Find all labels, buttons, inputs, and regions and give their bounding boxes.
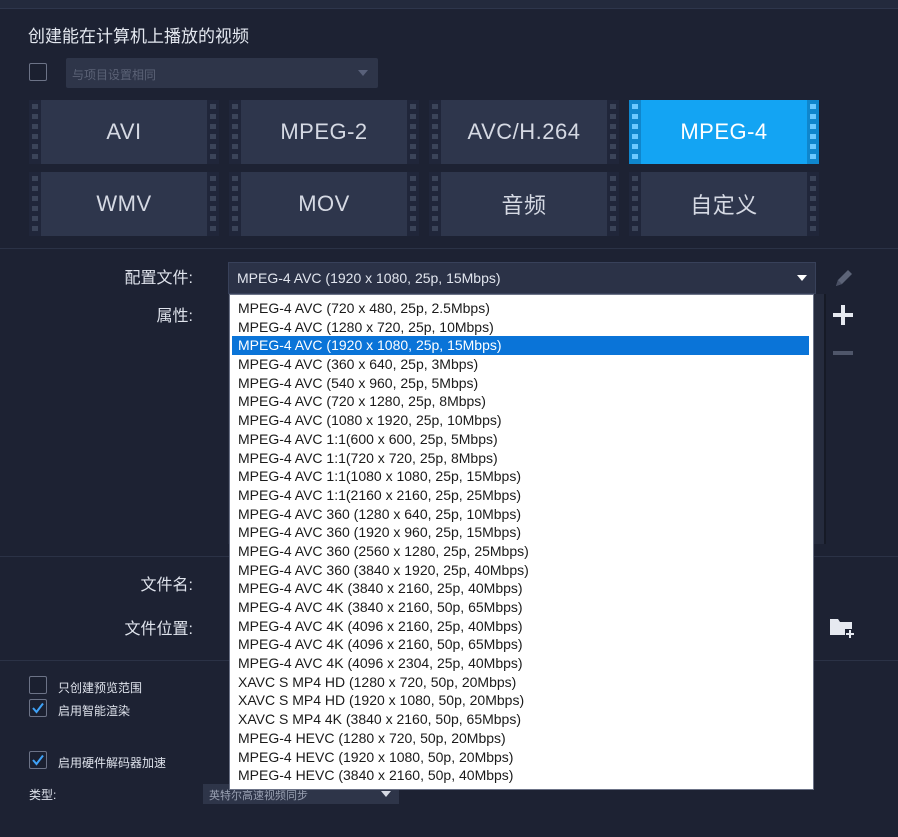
profile-option[interactable]: XAVC S MP4 4K (3840 x 2160, 50p, 65Mbps) bbox=[232, 710, 809, 729]
profile-option[interactable]: MPEG-4 AVC 1:1(2160 x 2160, 25p, 25Mbps) bbox=[232, 486, 809, 505]
profile-option[interactable]: MPEG-4 AVC (720 x 480, 25p, 2.5Mbps) bbox=[232, 299, 809, 318]
film-strip bbox=[207, 100, 219, 164]
profile-label: 配置文件: bbox=[124, 270, 193, 287]
profile-option[interactable]: MPEG-4 AVC (720 x 1280, 25p, 8Mbps) bbox=[232, 392, 809, 411]
profile-option[interactable]: MPEG-4 AVC 4K (4096 x 2160, 50p, 65Mbps) bbox=[232, 635, 809, 654]
format-tile[interactable]: 音频 bbox=[429, 172, 619, 236]
format-tile[interactable]: AVI bbox=[29, 100, 219, 164]
film-strip bbox=[807, 172, 819, 236]
profile-select[interactable]: MPEG-4 AVC (1920 x 1080, 25p, 15Mbps) bbox=[228, 262, 816, 294]
chevron-down-icon bbox=[797, 275, 807, 281]
format-tile-label: MPEG-2 bbox=[280, 119, 368, 144]
hw-decoder-label: 启用硬件解码器加速 bbox=[58, 756, 167, 770]
format-tile[interactable]: WMV bbox=[29, 172, 219, 236]
profile-option[interactable]: MPEG-4 AVC 4K (3840 x 2160, 50p, 65Mbps) bbox=[232, 598, 809, 617]
film-strip bbox=[429, 172, 441, 236]
format-tile-label: MOV bbox=[298, 191, 350, 216]
section-heading: 创建能在计算机上播放的视频 bbox=[28, 27, 249, 46]
film-strip bbox=[29, 172, 41, 236]
format-tile[interactable]: 自定义 bbox=[629, 172, 819, 236]
profile-option[interactable]: MPEG-4 AVC (360 x 640, 25p, 3Mbps) bbox=[232, 355, 809, 374]
minus-icon[interactable] bbox=[830, 340, 856, 366]
film-strip bbox=[629, 100, 641, 164]
film-strip bbox=[229, 100, 241, 164]
filename-input[interactable] bbox=[205, 566, 229, 594]
profile-option[interactable]: MPEG-4 AVC (1280 x 720, 25p, 10Mbps) bbox=[232, 318, 809, 337]
profile-option[interactable]: MPEG-4 AVC 1:1(1080 x 1080, 25p, 15Mbps) bbox=[232, 467, 809, 486]
project-settings-select[interactable]: 与项目设置相同 bbox=[66, 58, 378, 88]
same-as-project-checkbox[interactable] bbox=[29, 63, 47, 81]
profile-select-value: MPEG-4 AVC (1920 x 1080, 25p, 15Mbps) bbox=[237, 270, 501, 286]
profile-option[interactable]: MPEG-4 AVC 4K (4096 x 2304, 25p, 40Mbps) bbox=[232, 654, 809, 673]
format-tile-label: 音频 bbox=[501, 193, 547, 218]
profile-option[interactable]: MPEG-4 AVC (1920 x 1080, 25p, 15Mbps) bbox=[232, 336, 809, 356]
profile-option[interactable]: MPEG-4 HEVC (1920 x 1080, 50p, 20Mbps) bbox=[232, 748, 809, 767]
film-strip bbox=[429, 100, 441, 164]
profile-option[interactable]: MPEG-4 AVC 360 (1920 x 960, 25p, 15Mbps) bbox=[232, 523, 809, 542]
folder-add-icon[interactable] bbox=[828, 614, 855, 640]
pencil-icon[interactable] bbox=[831, 265, 857, 291]
chevron-down-icon bbox=[381, 791, 391, 797]
chevron-down-icon bbox=[358, 70, 368, 76]
properties-label: 属性: bbox=[156, 308, 193, 325]
format-tile-label: 自定义 bbox=[690, 193, 758, 218]
format-tile[interactable]: AVC/H.264 bbox=[429, 100, 619, 164]
profile-option[interactable]: MPEG-4 AVC 360 (1280 x 640, 25p, 10Mbps) bbox=[232, 505, 809, 524]
smart-render-checkbox[interactable] bbox=[29, 699, 47, 717]
top-bar bbox=[0, 0, 898, 9]
format-tile-label: AVC/H.264 bbox=[467, 119, 581, 144]
type-label: 类型: bbox=[29, 788, 57, 802]
filename-label: 文件名: bbox=[140, 577, 193, 594]
profile-option[interactable]: MPEG-4 AVC 1:1(600 x 600, 25p, 5Mbps) bbox=[232, 430, 809, 449]
divider bbox=[0, 248, 898, 249]
profile-option[interactable]: MPEG-4 AVC 360 (3840 x 1920, 25p, 40Mbps… bbox=[232, 561, 809, 580]
film-strip bbox=[629, 172, 641, 236]
file-location-label: 文件位置: bbox=[124, 621, 193, 638]
plus-icon[interactable] bbox=[830, 302, 856, 328]
checkmark-icon bbox=[32, 754, 44, 766]
preview-range-checkbox[interactable] bbox=[29, 676, 47, 694]
format-tile[interactable]: MOV bbox=[229, 172, 419, 236]
profile-option[interactable]: MPEG-4 AVC (1080 x 1920, 25p, 10Mbps) bbox=[232, 411, 809, 430]
profile-option[interactable]: MPEG-4 AVC 4K (3840 x 2160, 25p, 40Mbps) bbox=[232, 579, 809, 598]
format-tile[interactable]: MPEG-4 bbox=[629, 100, 819, 164]
film-strip bbox=[807, 100, 819, 164]
preview-range-label: 只创建预览范围 bbox=[58, 681, 143, 695]
film-strip bbox=[407, 100, 419, 164]
format-tile-label: MPEG-4 bbox=[680, 119, 768, 144]
format-tile-label: AVI bbox=[106, 119, 142, 144]
profile-option[interactable]: XAVC S MP4 HD (1280 x 720, 50p, 20Mbps) bbox=[232, 673, 809, 692]
type-select-value: 英特尔高速视频同步 bbox=[209, 790, 308, 802]
project-settings-value: 与项目设置相同 bbox=[72, 68, 157, 82]
checkmark-icon bbox=[32, 702, 44, 714]
profile-option[interactable]: MPEG-4 AVC (540 x 960, 25p, 5Mbps) bbox=[232, 374, 809, 393]
profile-option[interactable]: XAVC S MP4 HD (1920 x 1080, 50p, 20Mbps) bbox=[232, 691, 809, 710]
profile-option[interactable]: MPEG-4 HEVC (1280 x 720, 50p, 20Mbps) bbox=[232, 729, 809, 748]
film-strip bbox=[607, 100, 619, 164]
format-tile[interactable]: MPEG-2 bbox=[229, 100, 419, 164]
film-strip bbox=[207, 172, 219, 236]
profile-option[interactable]: MPEG-4 AVC 1:1(720 x 720, 25p, 8Mbps) bbox=[232, 449, 809, 468]
film-strip bbox=[607, 172, 619, 236]
format-tile-label: WMV bbox=[96, 191, 152, 216]
smart-render-label: 启用智能渲染 bbox=[58, 704, 131, 718]
profile-dropdown-list: MPEG-4 AVC (720 x 480, 25p, 2.5Mbps) MPEG… bbox=[229, 294, 814, 790]
film-strip bbox=[407, 172, 419, 236]
film-strip bbox=[229, 172, 241, 236]
profile-option[interactable]: MPEG-4 AVC 4K (4096 x 2160, 25p, 40Mbps) bbox=[232, 617, 809, 636]
profile-option[interactable]: MPEG-4 HEVC (3840 x 2160, 50p, 40Mbps) bbox=[232, 766, 809, 785]
hw-decoder-checkbox[interactable] bbox=[29, 751, 47, 769]
profile-option[interactable]: MPEG-4 AVC 360 (2560 x 1280, 25p, 25Mbps… bbox=[232, 542, 809, 561]
film-strip bbox=[29, 100, 41, 164]
